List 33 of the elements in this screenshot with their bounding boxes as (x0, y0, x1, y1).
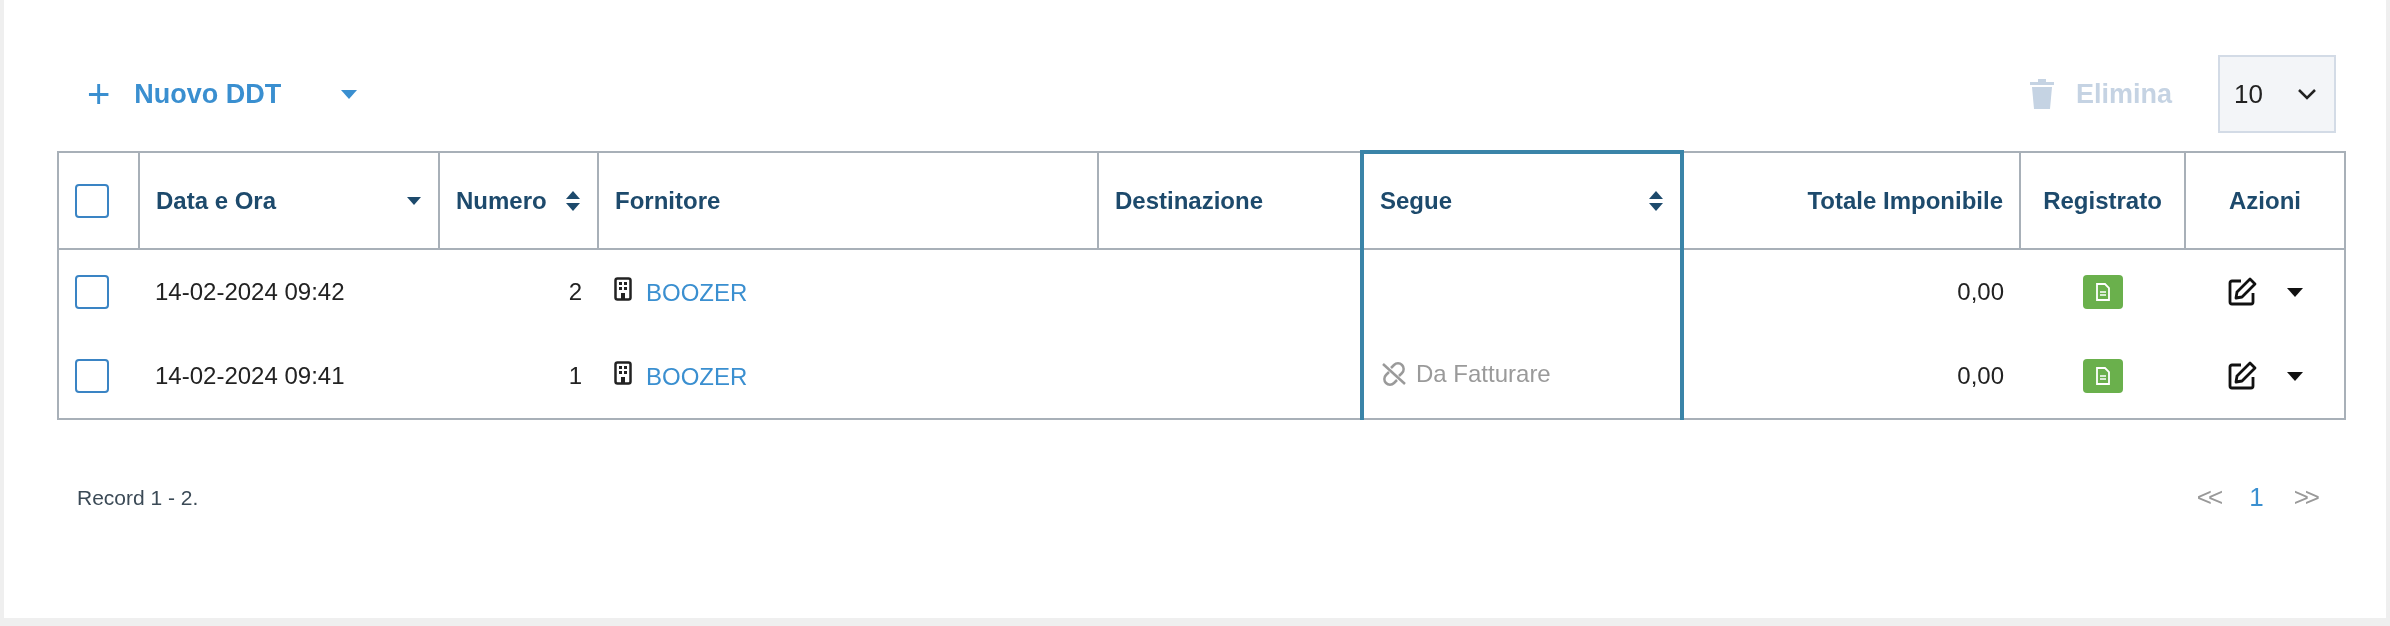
record-count: Record 1 - 2. (77, 485, 199, 510)
edit-icon[interactable] (2226, 361, 2257, 391)
broken-link-icon (1380, 362, 1408, 386)
column-header[interactable]: Totale Imponibile (1807, 186, 2003, 215)
table-cell: 1 (568, 362, 582, 389)
table-cell: 0,00 (1957, 278, 2004, 305)
table-cell: 14-02-2024 09:41 (155, 362, 345, 389)
caret-icon[interactable] (2286, 371, 2303, 381)
column-header[interactable]: Numero (456, 186, 547, 215)
table-cell: 14-02-2024 09:42 (155, 278, 345, 305)
checkbox[interactable] (75, 275, 109, 309)
status-label: Da Fatturare (1380, 360, 1551, 388)
column-header[interactable]: Fornitore (615, 186, 721, 215)
column-header[interactable]: Segue (1380, 187, 1453, 215)
table-cell: 2 (568, 278, 582, 305)
checkbox[interactable] (75, 359, 109, 393)
trash-icon (2029, 79, 2054, 109)
column-header[interactable]: Azioni (2229, 186, 2301, 215)
sort-icon[interactable] (406, 195, 422, 206)
table-cell: 0,00 (1957, 362, 2004, 389)
document-badge[interactable] (2082, 359, 2123, 393)
column-header[interactable]: Data e Ora (156, 186, 277, 215)
column-header[interactable]: Destinazione (1115, 186, 1264, 215)
chevron-down-icon (2298, 88, 2316, 100)
checkbox[interactable] (75, 183, 109, 218)
caret-icon[interactable] (2286, 287, 2303, 297)
sort-icon[interactable] (1648, 190, 1664, 212)
sort-icon[interactable] (565, 189, 581, 212)
page-size-select[interactable]: 10 (2218, 55, 2336, 133)
building-icon (614, 277, 632, 301)
document-badge[interactable] (2082, 275, 2123, 309)
building-icon (614, 361, 632, 385)
edit-icon[interactable] (2226, 277, 2257, 307)
